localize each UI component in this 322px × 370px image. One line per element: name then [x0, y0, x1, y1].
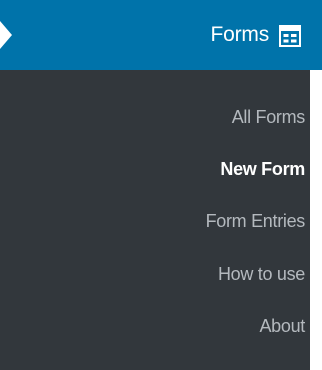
form-table-icon	[279, 25, 301, 47]
submenu-item-form-entries[interactable]: Form Entries	[206, 206, 306, 236]
menu-header-forms[interactable]: Forms	[0, 0, 322, 70]
current-menu-arrow	[0, 21, 12, 49]
admin-menu-forms: Forms All Forms New Form Form Entries Ho…	[0, 0, 322, 370]
menu-header-title: Forms	[210, 23, 270, 46]
forms-submenu: All Forms New Form Form Entries How to u…	[0, 70, 310, 370]
submenu-item-how-to-use[interactable]: How to use	[218, 259, 305, 289]
submenu-item-all-forms[interactable]: All Forms	[232, 102, 306, 132]
submenu-item-about[interactable]: About	[259, 311, 305, 341]
menu-gutter	[310, 70, 322, 370]
submenu-item-new-form[interactable]: New Form	[220, 154, 305, 184]
